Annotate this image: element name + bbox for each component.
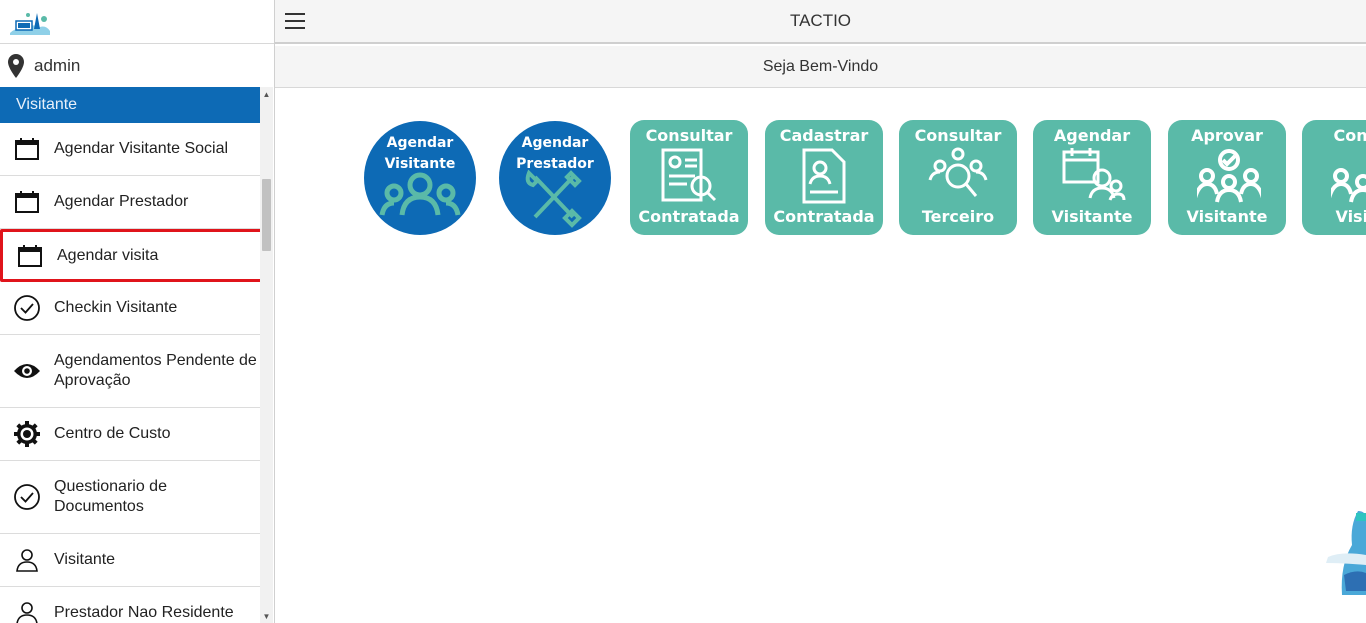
- sidebar-item-prestador-nao-residente[interactable]: Prestador Nao Residente: [0, 587, 260, 623]
- scroll-down-arrow-icon[interactable]: ▼: [260, 609, 273, 623]
- sidebar-item-agendar-visitante-social[interactable]: Agendar Visitante Social: [0, 123, 260, 176]
- tile-consultar-visitante[interactable]: Consu Visita: [1302, 120, 1366, 235]
- user-row: admin: [0, 44, 274, 87]
- user-name: admin: [34, 55, 81, 75]
- tile-label-bottom: Contratada: [638, 207, 740, 226]
- tile-label-top: Consu: [1333, 126, 1366, 145]
- tile-label-bottom: Terceiro: [921, 207, 995, 226]
- sidebar-scrollbar[interactable]: ▲ ▼: [260, 87, 273, 623]
- sidebar-item-label: Agendar visita: [57, 246, 159, 264]
- calendar-icon: [16, 242, 44, 270]
- scroll-up-arrow-icon[interactable]: ▲: [260, 87, 273, 101]
- scroll-thumb[interactable]: [262, 179, 271, 251]
- sidebar-item-centro-de-custo[interactable]: Centro de Custo: [0, 408, 260, 461]
- tile-consultar-contratada[interactable]: Consultar Contratada: [630, 120, 748, 235]
- tile-consultar-terceiro[interactable]: Consultar Terceiro: [899, 120, 1017, 235]
- sidebar-menu: Agendar Visitante Social Agendar Prestad…: [0, 123, 263, 623]
- tile-cadastrar-contratada[interactable]: Cadastrar Contratada: [765, 120, 883, 235]
- tile-agendar-prestador[interactable]: Agendar Prestador: [499, 121, 611, 235]
- sidebar-item-checkin-visitante[interactable]: Checkin Visitante: [0, 282, 260, 335]
- location-pin-icon: [8, 53, 24, 78]
- gear-icon: [13, 420, 41, 448]
- section-header-visitante[interactable]: Visitante: [0, 87, 260, 123]
- welcome-banner: Seja Bem-Vindo: [275, 46, 1366, 88]
- check-circle-icon: [13, 483, 41, 511]
- sidebar-item-questionario-de-documentos[interactable]: Questionario de Documentos: [0, 461, 260, 534]
- tile-label-top: Aprovar: [1191, 126, 1263, 145]
- people-check-icon: [1197, 149, 1261, 203]
- document-person-icon: [802, 148, 846, 204]
- sidebar-item-visitante[interactable]: Visitante: [0, 534, 260, 587]
- hamburger-menu-icon[interactable]: [285, 13, 305, 29]
- sidebar-item-label: Agendar Prestador: [54, 193, 189, 210]
- sidebar-item-label: Prestador Nao Residente: [54, 604, 234, 621]
- tile-label-top: Consultar: [645, 126, 733, 145]
- mascot-illustration: [1326, 511, 1366, 595]
- tile-label-top: Agendar: [521, 135, 589, 151]
- calendar-icon: [13, 135, 41, 163]
- sidebar-item-label: Questionario de Documentos: [54, 478, 167, 515]
- tools-icon: [525, 169, 582, 228]
- sidebar-item-label: Visitante: [54, 551, 116, 568]
- tile-label-bottom: Visitante: [1051, 207, 1133, 226]
- tile-label-bottom: Contratada: [773, 207, 875, 226]
- tile-label-top: Cadastrar: [779, 126, 869, 145]
- app-title: TACTIO: [789, 11, 852, 30]
- tile-aprovar-visitante[interactable]: Aprovar Visitante: [1168, 120, 1286, 235]
- tile-label-top: Consultar: [914, 126, 1002, 145]
- logo-bar: [0, 0, 274, 44]
- sidebar-item-label: Agendar Visitante Social: [54, 140, 229, 157]
- person-icon: [13, 546, 41, 574]
- menu-scroll-area: Agendar Visitante Social Agendar Prestad…: [0, 123, 275, 623]
- sidebar: admin Visitante Agendar Visitante Social…: [0, 0, 275, 623]
- people-search-icon: [928, 147, 988, 197]
- document-search-icon: [661, 148, 717, 202]
- eye-icon: [13, 357, 41, 385]
- sidebar-item-agendar-visita[interactable]: Agendar visita: [0, 229, 263, 282]
- tile-label-top: Agendar: [386, 135, 454, 151]
- people-search-icon: [1331, 168, 1366, 203]
- tile-label-bottom: Visitante: [1186, 207, 1268, 226]
- sidebar-item-label: Centro de Custo: [54, 425, 171, 442]
- check-circle-icon: [13, 294, 41, 322]
- tile-label-bottom: Visita: [1335, 207, 1366, 226]
- sidebar-item-label: Agendamentos Pendente de Aprovação: [54, 352, 257, 389]
- person-icon: [13, 599, 41, 623]
- tile-agendar-visitante[interactable]: Agendar Visitante: [364, 121, 476, 235]
- sidebar-item-label: Checkin Visitante: [54, 299, 178, 316]
- calendar-icon: [13, 188, 41, 216]
- people-icon: [379, 172, 461, 216]
- sidebar-item-agendamentos-pendente[interactable]: Agendamentos Pendente de Aprovação: [0, 335, 260, 408]
- shortcut-tiles: Agendar Visitante Agendar Prestador Consul…: [275, 88, 1366, 623]
- sidebar-item-agendar-prestador[interactable]: Agendar Prestador: [0, 176, 260, 229]
- top-bar: TACTIO: [275, 0, 1366, 44]
- tile-agendar-visitante-2[interactable]: Agendar Visitante: [1033, 120, 1151, 235]
- tactio-logo-icon[interactable]: [6, 7, 52, 37]
- calendar-people-icon: [1062, 148, 1126, 201]
- tile-label-top: Agendar: [1053, 126, 1131, 145]
